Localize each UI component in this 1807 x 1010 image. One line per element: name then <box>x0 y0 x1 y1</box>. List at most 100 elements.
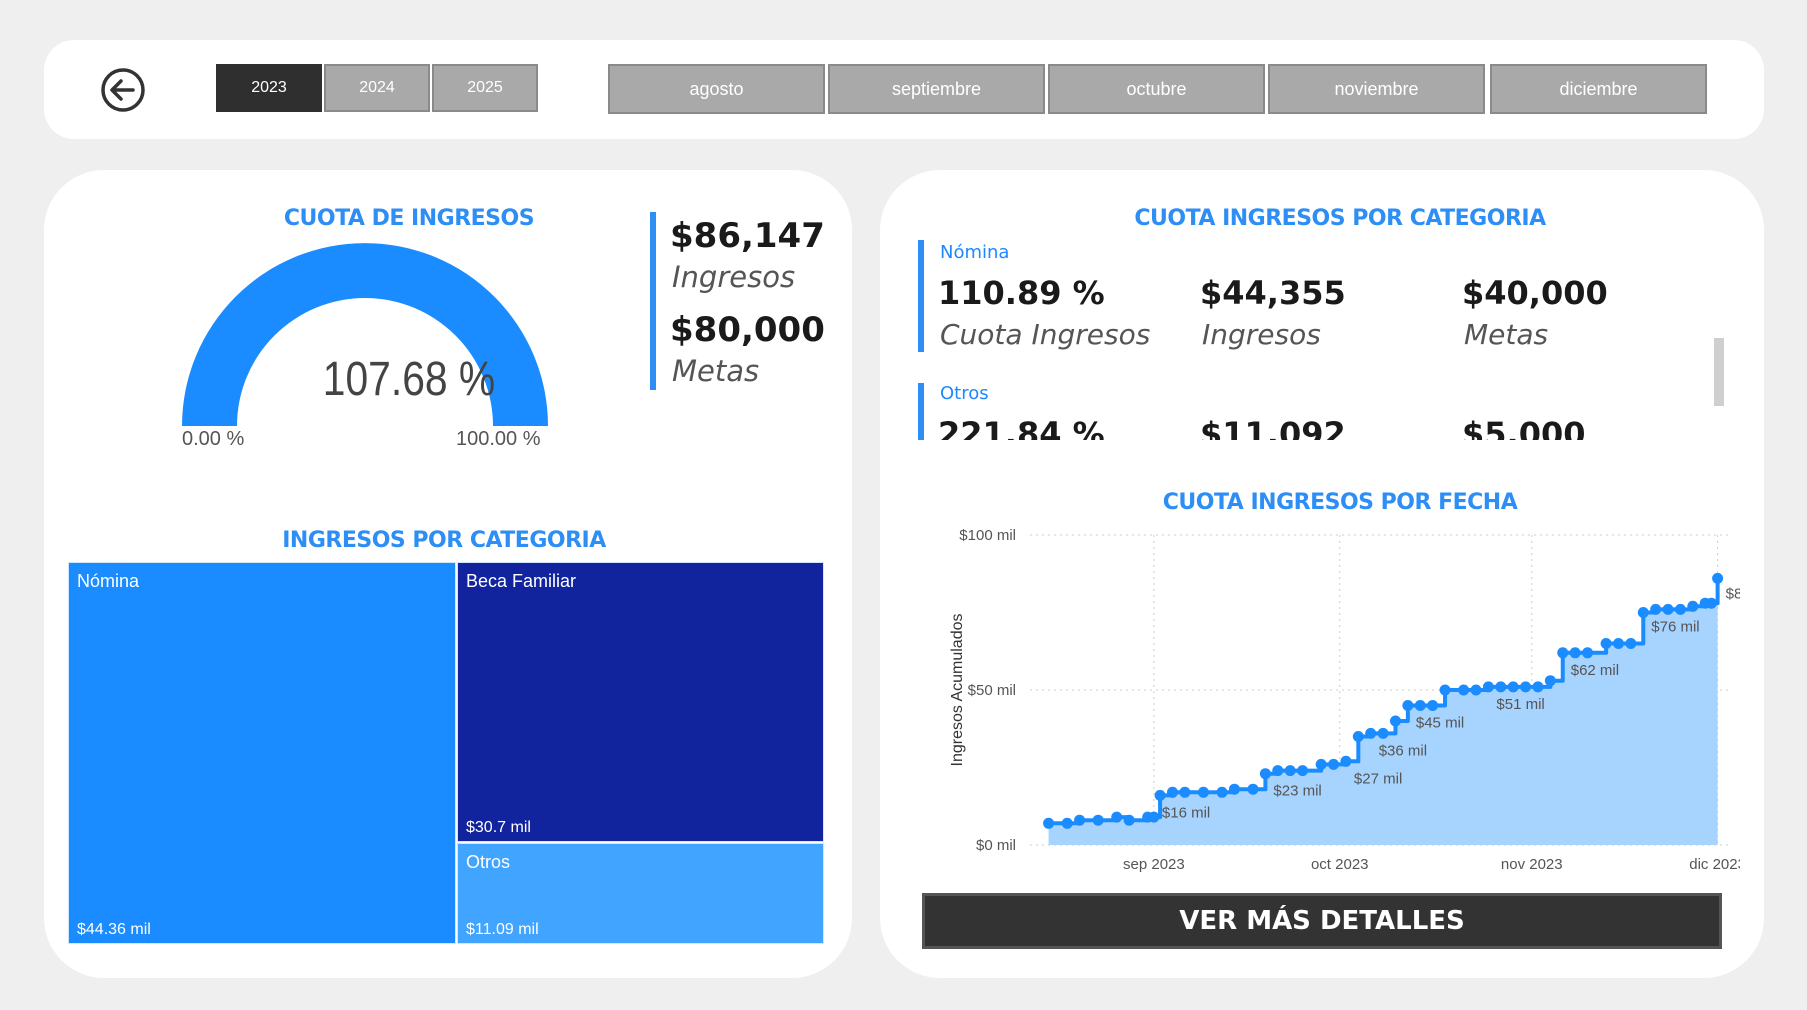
data-point <box>1092 814 1104 826</box>
data-point <box>1247 783 1259 795</box>
data-point <box>1061 817 1073 829</box>
gauge-title: CUOTA DE INGRESOS <box>283 206 535 231</box>
category-cuota-value: 110.89 % <box>938 274 1105 312</box>
treemap-cell-nomina[interactable]: Nómina $44.36 mil <box>68 562 456 944</box>
data-label: $45 mil <box>1416 715 1464 732</box>
gauge-min-label: 0.00 % <box>182 428 245 450</box>
income-line-chart[interactable]: $0 mil $50 mil $100 mil sep 2023 oct 2023 nov… <box>900 515 1740 885</box>
data-point <box>1427 700 1439 711</box>
data-point <box>1569 647 1581 659</box>
x-tick-label: sep 2023 <box>1123 856 1185 873</box>
data-point <box>1228 783 1240 795</box>
x-tick-label: oct 2023 <box>1311 856 1369 873</box>
data-point <box>1650 603 1662 615</box>
data-point <box>1123 814 1135 826</box>
data-point <box>1612 638 1624 649</box>
back-arrow-icon[interactable] <box>99 66 147 114</box>
category-cuota-value: 221.84 % <box>938 415 1105 440</box>
data-label: $86 mil <box>1726 585 1740 602</box>
treemap-value: $11.09 mil <box>466 921 539 938</box>
data-point <box>1074 814 1086 826</box>
data-label: $62 mil <box>1571 662 1619 679</box>
data-point <box>1216 786 1228 798</box>
data-point <box>1625 638 1637 649</box>
data-point <box>1377 727 1389 739</box>
year-button-2025[interactable]: 2025 <box>432 64 538 112</box>
year-button-2024[interactable]: 2024 <box>324 64 430 112</box>
data-point <box>1495 681 1507 693</box>
data-label: $27 mil <box>1354 770 1402 787</box>
data-point <box>1712 572 1724 584</box>
ver-mas-detalles-button[interactable]: VER MÁS DETALLES <box>922 893 1722 949</box>
data-point <box>1154 789 1166 801</box>
month-button-septiembre[interactable]: septiembre <box>828 64 1045 114</box>
data-point <box>1166 786 1178 798</box>
category-name: Otros <box>940 383 989 404</box>
data-point <box>1637 607 1649 618</box>
data-point <box>1340 755 1352 767</box>
year-button-2023[interactable]: 2023 <box>216 64 322 112</box>
category-quota-list[interactable]: Nómina 110.89 % Cuota Ingresos $44,355 I… <box>918 240 1698 440</box>
category-quota-card: CUOTA INGRESOS POR CATEGORIA Nómina 110.… <box>880 170 1764 978</box>
data-point <box>1365 727 1377 739</box>
line-chart-title: CUOTA INGRESOS POR FECHA <box>1162 490 1518 515</box>
data-point <box>1458 684 1470 696</box>
data-point <box>1532 681 1544 693</box>
data-label: $51 mil <box>1496 696 1544 713</box>
data-point <box>1111 811 1123 823</box>
category-ingresos-value: $44,355 <box>1200 274 1346 312</box>
data-point <box>1544 675 1556 687</box>
category-ingresos-label: Ingresos <box>1202 318 1321 351</box>
list-scrollbar[interactable] <box>1714 338 1724 406</box>
data-label: $36 mil <box>1379 742 1427 759</box>
kpi-ingresos-value: $86,147 <box>670 216 825 256</box>
category-metas-label: Metas <box>1464 318 1549 351</box>
data-point <box>1439 684 1451 696</box>
category-ingresos-value: $11,092 <box>1200 415 1346 440</box>
month-button-agosto[interactable]: agosto <box>608 64 825 114</box>
data-label: $76 mil <box>1651 618 1699 635</box>
treemap-title: INGRESOS POR CATEGORIA <box>282 528 606 553</box>
data-point <box>1197 786 1209 798</box>
treemap-label: Otros <box>466 852 511 872</box>
data-point <box>1402 700 1414 711</box>
gauge-value: 107.68 % <box>322 353 496 406</box>
data-point <box>1687 600 1699 612</box>
data-point <box>1662 603 1674 615</box>
data-point <box>1674 603 1686 615</box>
data-point <box>1148 811 1160 823</box>
data-point <box>1705 597 1717 609</box>
treemap-cell-beca-familiar[interactable]: Beca Familiar $30.7 mil <box>457 562 824 842</box>
treemap-cell-otros[interactable]: Otros $11.09 mil <box>457 843 824 944</box>
month-button-noviembre[interactable]: noviembre <box>1268 64 1485 114</box>
data-point <box>1600 638 1612 649</box>
y-tick-label: $0 mil <box>976 837 1016 854</box>
data-point <box>1557 647 1569 659</box>
month-button-octubre[interactable]: octubre <box>1048 64 1265 114</box>
otros-accent-bar <box>918 383 924 440</box>
y-axis-label: Ingresos Acumulados <box>949 614 966 767</box>
treemap-label: Nómina <box>77 571 140 591</box>
y-tick-label: $50 mil <box>968 682 1016 699</box>
kpi-metas-value: $80,000 <box>670 310 825 350</box>
kpi-accent-bar <box>650 212 656 390</box>
data-label: $16 mil <box>1162 804 1210 821</box>
area-fill <box>1048 578 1718 845</box>
data-point <box>1389 715 1401 727</box>
data-point <box>1507 681 1519 693</box>
data-point <box>1043 817 1055 829</box>
data-point <box>1414 700 1426 711</box>
treemap-label: Beca Familiar <box>466 571 577 591</box>
data-point <box>1284 765 1296 777</box>
data-point <box>1328 758 1340 770</box>
nomina-accent-bar <box>918 240 924 352</box>
data-point <box>1297 765 1309 777</box>
category-metas-value: $40,000 <box>1462 274 1608 312</box>
month-button-diciembre[interactable]: diciembre <box>1490 64 1707 114</box>
treemap-value: $44.36 mil <box>77 921 151 938</box>
treemap-value: $30.7 mil <box>466 819 531 836</box>
x-tick-label: nov 2023 <box>1501 856 1563 873</box>
kpi-ingresos-label: Ingresos <box>672 260 796 294</box>
data-label: $23 mil <box>1273 783 1321 800</box>
data-point <box>1582 647 1594 659</box>
